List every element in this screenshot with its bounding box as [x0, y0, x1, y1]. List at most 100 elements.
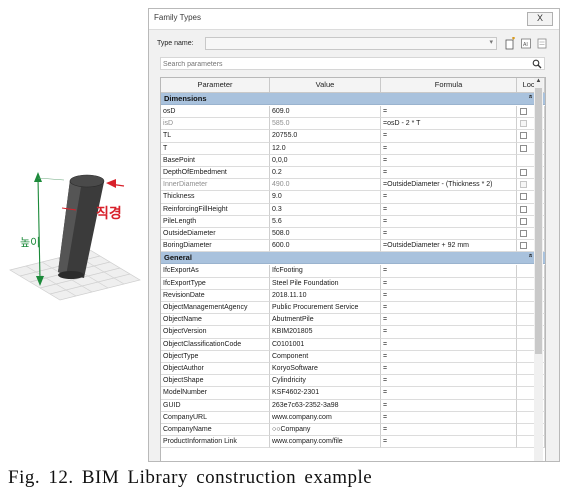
- parameter-row[interactable]: ReinforcingFillHeight 0.3 =: [161, 203, 545, 216]
- rename-type-icon[interactable]: AI: [520, 37, 532, 50]
- lock-checkbox[interactable]: [520, 120, 527, 128]
- lock-checkbox[interactable]: [520, 242, 527, 250]
- parameter-formula[interactable]: =osD - 2 * T: [381, 118, 517, 131]
- lock-checkbox[interactable]: [520, 230, 527, 237]
- close-button[interactable]: X: [527, 12, 553, 26]
- parameter-row[interactable]: osD 609.0 =: [161, 106, 545, 119]
- vertical-scrollbar[interactable]: ▲: [534, 78, 543, 461]
- parameter-formula[interactable]: =: [381, 130, 517, 143]
- column-header-parameter[interactable]: Parameter: [161, 78, 270, 93]
- parameter-value[interactable]: Cylindricity: [270, 375, 381, 388]
- parameter-row[interactable]: PileLength 5.6 =: [161, 215, 545, 228]
- parameter-formula[interactable]: =: [381, 228, 517, 241]
- parameter-row[interactable]: ObjectName AbutmentPile =: [161, 314, 545, 327]
- parameter-value[interactable]: 508.0: [270, 228, 381, 241]
- column-header-value[interactable]: Value: [270, 78, 381, 93]
- lock-checkbox[interactable]: [520, 181, 527, 189]
- parameter-formula[interactable]: =: [381, 326, 517, 339]
- parameter-formula[interactable]: =: [381, 167, 517, 180]
- parameter-value[interactable]: 0,0,0: [270, 154, 381, 167]
- parameter-row[interactable]: OutsideDiameter 508.0 =: [161, 228, 545, 241]
- lock-checkbox[interactable]: [520, 132, 527, 140]
- parameter-value[interactable]: www.company.com/file: [270, 436, 381, 449]
- parameter-row[interactable]: ObjectShape Cylindricity =: [161, 375, 545, 388]
- parameter-value[interactable]: 5.6: [270, 215, 381, 228]
- scroll-thumb[interactable]: [535, 88, 542, 354]
- parameter-formula[interactable]: =: [381, 191, 517, 204]
- parameter-formula[interactable]: =: [381, 106, 517, 119]
- search-input[interactable]: [163, 59, 523, 69]
- parameter-row[interactable]: ObjectVersion KBIM201805 =: [161, 326, 545, 339]
- scroll-up-icon[interactable]: ▲: [534, 78, 543, 87]
- lock-checkbox[interactable]: [520, 108, 527, 115]
- parameter-formula[interactable]: =: [381, 142, 517, 155]
- parameter-value[interactable]: Steel Pile Foundation: [270, 277, 381, 290]
- parameter-formula[interactable]: =: [381, 265, 517, 278]
- lock-checkbox[interactable]: [520, 169, 527, 176]
- parameter-row[interactable]: IfcExportAs IfcFooting =: [161, 265, 545, 278]
- parameter-value[interactable]: 9.0: [270, 191, 381, 204]
- parameter-row[interactable]: ObjectManagementAgency Public Procurement…: [161, 302, 545, 315]
- type-name-dropdown[interactable]: ▾: [205, 37, 497, 50]
- lock-checkbox[interactable]: [520, 205, 527, 213]
- parameter-value[interactable]: Component: [270, 350, 381, 363]
- parameter-formula[interactable]: =: [381, 203, 517, 216]
- parameter-value[interactable]: 600.0: [270, 240, 381, 253]
- parameter-value[interactable]: IfcFooting: [270, 265, 381, 278]
- search-icon[interactable]: [532, 59, 542, 69]
- parameter-value[interactable]: 585.0: [270, 118, 381, 131]
- parameter-row[interactable]: RevisionDate 2018.11.10 =: [161, 289, 545, 302]
- parameter-row[interactable]: ProductInformation Link www.company.com/f…: [161, 436, 545, 449]
- parameter-value[interactable]: www.company.com: [270, 411, 381, 424]
- parameter-formula[interactable]: =: [381, 289, 517, 302]
- parameter-value[interactable]: 490.0: [270, 179, 381, 192]
- parameter-formula[interactable]: =: [381, 314, 517, 327]
- column-header-formula[interactable]: Formula: [381, 78, 517, 93]
- parameter-value[interactable]: KoryoSoftware: [270, 363, 381, 376]
- parameter-row[interactable]: DepthOfEmbedment 0.2 =: [161, 167, 545, 180]
- parameter-row[interactable]: ObjectAuthor KoryoSoftware =: [161, 363, 545, 376]
- parameter-value[interactable]: ○○Company: [270, 424, 381, 437]
- parameter-row[interactable]: T 12.0 =: [161, 142, 545, 155]
- parameter-formula[interactable]: =: [381, 338, 517, 351]
- parameter-row[interactable]: InnerDiameter 490.0 =OutsideDiameter - (Th…: [161, 179, 545, 192]
- lock-checkbox[interactable]: [520, 193, 527, 201]
- parameter-row[interactable]: BasePoint 0,0,0 =: [161, 154, 545, 167]
- parameter-formula[interactable]: =: [381, 436, 517, 449]
- parameter-value[interactable]: AbutmentPile: [270, 314, 381, 327]
- parameter-value[interactable]: 609.0: [270, 106, 381, 119]
- parameter-formula[interactable]: =: [381, 154, 517, 167]
- parameter-value[interactable]: 2018.11.10: [270, 289, 381, 302]
- parameter-value[interactable]: C0101001: [270, 338, 381, 351]
- parameter-value[interactable]: 20755.0: [270, 130, 381, 143]
- parameter-value[interactable]: 0.3: [270, 203, 381, 216]
- parameter-row[interactable]: ObjectType Component =: [161, 350, 545, 363]
- lock-checkbox[interactable]: [520, 217, 527, 225]
- parameter-formula[interactable]: =: [381, 350, 517, 363]
- group-header-dimensions[interactable]: Dimensions»: [161, 93, 545, 105]
- parameter-value[interactable]: 12.0: [270, 142, 381, 155]
- parameter-row[interactable]: IfcExportType Steel Pile Foundation =: [161, 277, 545, 290]
- group-header-general[interactable]: General»: [161, 252, 545, 265]
- parameter-formula[interactable]: =: [381, 411, 517, 424]
- parameter-formula[interactable]: =: [381, 399, 517, 412]
- parameter-formula[interactable]: =: [381, 375, 517, 388]
- parameter-formula[interactable]: =: [381, 424, 517, 437]
- parameter-row[interactable]: isD 585.0 =osD - 2 * T: [161, 118, 545, 131]
- parameter-row[interactable]: BoringDiameter 600.0 =OutsideDiameter + 92…: [161, 240, 545, 253]
- parameter-row[interactable]: CompanyName ○○Company =: [161, 424, 545, 437]
- parameter-formula[interactable]: =OutsideDiameter - (Thickness * 2): [381, 179, 517, 192]
- parameter-formula[interactable]: =: [381, 215, 517, 228]
- parameter-row[interactable]: GUID 263e7c63-2352-3a98 =: [161, 399, 545, 412]
- parameter-value[interactable]: 0.2: [270, 167, 381, 180]
- parameter-formula[interactable]: =: [381, 387, 517, 400]
- parameter-formula[interactable]: =: [381, 302, 517, 315]
- delete-type-icon[interactable]: [536, 37, 548, 50]
- parameter-row[interactable]: ModelNumber KSF4602-2301 =: [161, 387, 545, 400]
- parameter-row[interactable]: Thickness 9.0 =: [161, 191, 545, 204]
- parameter-value[interactable]: KBIM201805: [270, 326, 381, 339]
- parameter-row[interactable]: ObjectClassificationCode C0101001 =: [161, 338, 545, 351]
- new-type-icon[interactable]: [504, 37, 516, 50]
- parameter-row[interactable]: CompanyURL www.company.com =: [161, 411, 545, 424]
- parameter-row[interactable]: TL 20755.0 =: [161, 130, 545, 143]
